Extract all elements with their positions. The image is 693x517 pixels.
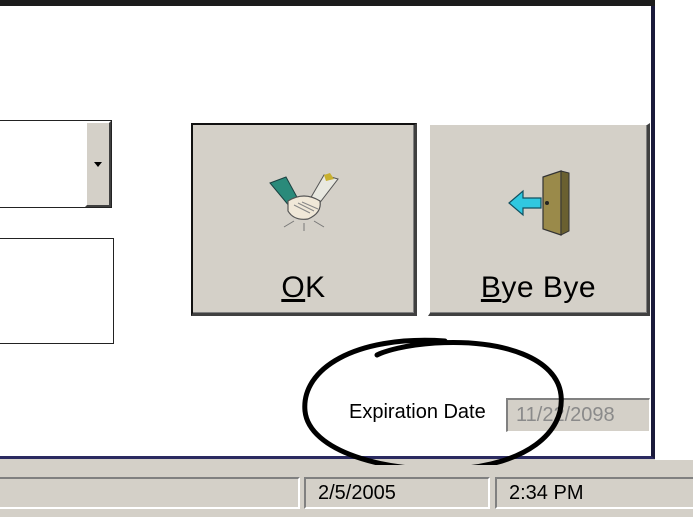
dropdown-button[interactable]	[85, 121, 111, 207]
window-edge	[655, 0, 693, 460]
status-time: 2:34 PM	[495, 477, 693, 509]
ok-label-rest: K	[305, 271, 326, 304]
chevron-down-icon	[94, 161, 102, 167]
status-date: 2/5/2005	[304, 477, 490, 509]
handshake-icon	[268, 173, 339, 231]
ok-mnemonic: O	[281, 271, 306, 304]
main-panel: OK Bye Bye Expiration Date 11/22/2098	[0, 6, 655, 472]
bye-bye-button[interactable]: Bye Bye	[428, 123, 650, 316]
ok-button[interactable]: OK	[191, 123, 417, 316]
bye-label-rest: ye Bye	[501, 271, 597, 304]
dialog-window: OK Bye Bye Expiration Date 11/22/2098 2/…	[0, 0, 693, 517]
bye-mnemonic: B	[480, 271, 502, 304]
status-pane-main	[0, 477, 300, 509]
ok-button-label: OK	[281, 271, 325, 305]
expiration-date-field: 11/22/2098	[506, 398, 650, 432]
text-input[interactable]	[0, 238, 114, 344]
combo-box[interactable]	[0, 120, 112, 208]
bye-button-label: Bye Bye	[481, 271, 596, 305]
expiration-date-label: Expiration Date	[349, 401, 486, 423]
status-bar: 2/5/2005 2:34 PM	[0, 465, 693, 517]
exit-door-icon	[507, 170, 569, 236]
